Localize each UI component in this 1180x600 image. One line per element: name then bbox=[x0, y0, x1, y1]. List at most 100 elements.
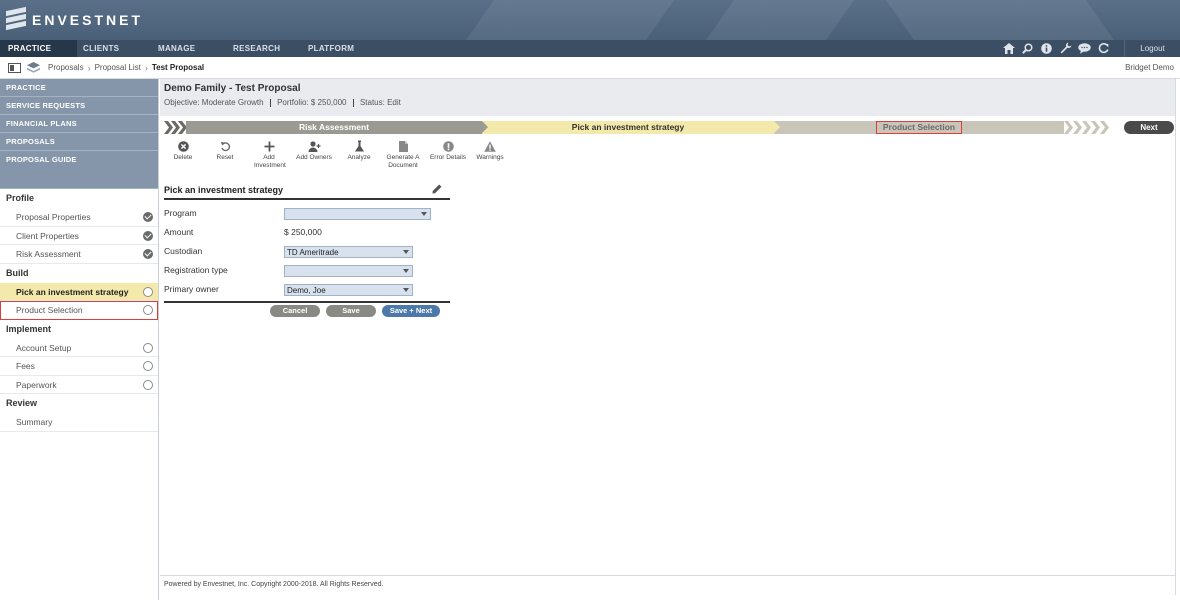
tool-label: Reset bbox=[216, 154, 234, 161]
check-circle-icon bbox=[143, 230, 153, 241]
chevron-right-icon: › bbox=[144, 62, 148, 73]
chevron-down-icon bbox=[403, 269, 409, 273]
tool-label: Analyze bbox=[347, 154, 371, 161]
brand-logo[interactable]: ENVESTNET bbox=[6, 6, 144, 33]
owner-select[interactable]: Demo, Joe bbox=[284, 284, 413, 296]
delete-button[interactable]: Delete bbox=[164, 139, 202, 175]
custodian-select[interactable]: TD Ameritrade bbox=[284, 246, 413, 258]
reset-button[interactable]: Reset bbox=[202, 139, 248, 175]
breadcrumb-proposals[interactable]: Proposals bbox=[48, 63, 84, 72]
copyright-text: Powered by Envestnet, Inc. Copyright 200… bbox=[164, 581, 384, 588]
registration-select[interactable] bbox=[284, 265, 413, 277]
wizard-step-product-selection[interactable]: Product Selection bbox=[774, 121, 1064, 134]
nav-clients[interactable]: CLIENTS bbox=[83, 40, 158, 57]
tool-label: Generate A Document bbox=[386, 154, 420, 169]
form-actions: Cancel Save Save + Next bbox=[270, 305, 440, 317]
save-next-button[interactable]: Save + Next bbox=[382, 305, 440, 317]
tool-label: Add Owners bbox=[296, 154, 332, 161]
wizard-step-pick-strategy[interactable]: Pick an investment strategy bbox=[482, 121, 774, 134]
section-review: Review bbox=[6, 398, 38, 408]
registration-row: Registration type bbox=[164, 261, 450, 280]
top-icons bbox=[1002, 41, 1110, 55]
analyze-button[interactable]: Analyze bbox=[338, 139, 380, 175]
owner-row: Primary owner Demo, Joe bbox=[164, 280, 450, 299]
sidebar-item-account-setup[interactable]: Account Setup bbox=[0, 339, 158, 357]
wizard-start-chevrons bbox=[164, 121, 187, 134]
generate-document-button[interactable]: Generate A Document bbox=[380, 139, 426, 175]
home-icon[interactable] bbox=[1002, 41, 1015, 55]
sidebar-item-pick-strategy[interactable]: Pick an investment strategy bbox=[0, 282, 158, 301]
proposal-meta: Objective: Moderate Growth Portfolio: $ … bbox=[164, 98, 1171, 107]
form-title-text: Pick an investment strategy bbox=[164, 185, 284, 195]
wizard-step-risk-assessment[interactable]: Risk Assessment bbox=[186, 121, 482, 134]
amount-label: Amount bbox=[164, 227, 194, 237]
nav-manage[interactable]: MANAGE bbox=[158, 40, 233, 57]
wrench-icon[interactable] bbox=[1059, 41, 1072, 55]
tool-label: Add Investment bbox=[254, 154, 286, 169]
chevron-right-icon: › bbox=[87, 62, 91, 73]
sidebar-item-label: Fees bbox=[16, 361, 35, 371]
step-arrow bbox=[482, 121, 488, 133]
refresh-icon[interactable] bbox=[1097, 41, 1110, 55]
sidebar-header-practice[interactable]: PRACTICE bbox=[0, 79, 158, 97]
sidebar-item-risk-assessment[interactable]: Risk Assessment bbox=[0, 245, 158, 264]
chevron-down-icon bbox=[421, 212, 427, 216]
sidebar-header-financial-plans[interactable]: FINANCIAL PLANS bbox=[0, 115, 158, 133]
section-implement: Implement bbox=[6, 323, 52, 334]
proposal-portfolio: Portfolio: $ 250,000 bbox=[277, 98, 347, 107]
logout-button[interactable]: Logout bbox=[1124, 40, 1180, 57]
next-button[interactable]: Next bbox=[1124, 121, 1174, 134]
cancel-button[interactable]: Cancel bbox=[270, 305, 320, 317]
sidebar-item-client-properties[interactable]: Client Properties bbox=[0, 227, 158, 245]
registration-label: Registration type bbox=[164, 265, 228, 275]
nav-practice[interactable]: PRACTICE bbox=[0, 40, 77, 57]
document-icon bbox=[398, 140, 408, 152]
nav-platform[interactable]: PLATFORM bbox=[308, 40, 383, 57]
sidebar-item-fees[interactable]: Fees bbox=[0, 357, 158, 376]
save-button[interactable]: Save bbox=[326, 305, 376, 317]
custodian-label: Custodian bbox=[164, 246, 203, 256]
sidebar-header-proposal-guide[interactable]: PROPOSAL GUIDE bbox=[0, 151, 158, 189]
sidebar-header-service-requests[interactable]: SERVICE REQUESTS bbox=[0, 97, 158, 115]
sidebar-item-product-selection[interactable]: Product Selection bbox=[0, 301, 158, 320]
sidebar: PRACTICE SERVICE REQUESTS FINANCIAL PLAN… bbox=[0, 79, 159, 600]
empty-circle-icon bbox=[143, 342, 153, 353]
header-shine bbox=[705, 0, 855, 40]
collapse-panel-icon[interactable] bbox=[8, 62, 21, 73]
info-icon[interactable] bbox=[1040, 41, 1053, 55]
sidebar-item-summary[interactable]: Summary bbox=[0, 413, 158, 432]
edit-pencil-icon[interactable] bbox=[432, 184, 442, 198]
chat-icon[interactable] bbox=[1078, 41, 1091, 55]
brand-name: ENVESTNET bbox=[32, 12, 144, 28]
breadcrumb-bar: Proposals › Proposal List › Test Proposa… bbox=[0, 57, 1180, 79]
sidebar-item-label: Product Selection bbox=[16, 305, 83, 315]
sidebar-item-proposal-properties[interactable]: Proposal Properties bbox=[0, 208, 158, 227]
chevron-down-icon bbox=[403, 288, 409, 292]
add-owners-button[interactable]: Add Owners bbox=[290, 139, 338, 175]
sidebar-item-paperwork[interactable]: Paperwork bbox=[0, 376, 158, 394]
section-profile: Profile bbox=[6, 193, 35, 203]
sidebar-header-proposals[interactable]: PROPOSALS bbox=[0, 133, 158, 151]
program-select[interactable] bbox=[284, 208, 431, 220]
wizard-end-chevrons bbox=[1064, 121, 1116, 134]
error-details-button[interactable]: Error Details bbox=[426, 139, 470, 175]
custodian-row: Custodian TD Ameritrade bbox=[164, 242, 450, 261]
warnings-button[interactable]: Warnings bbox=[470, 139, 510, 175]
divider bbox=[352, 98, 354, 107]
tool-label: Error Details bbox=[429, 154, 467, 161]
user-name[interactable]: Bridget Demo bbox=[1125, 63, 1174, 72]
breadcrumb-proposal-list[interactable]: Proposal List bbox=[95, 63, 141, 72]
warning-icon bbox=[484, 140, 496, 152]
nav-research[interactable]: RESEARCH bbox=[233, 40, 308, 57]
search-icon[interactable] bbox=[1021, 41, 1034, 55]
add-owner-icon bbox=[308, 140, 320, 152]
sidebar-item-label: Risk Assessment bbox=[16, 249, 81, 259]
sidebar-item-label: Client Properties bbox=[16, 230, 79, 241]
app-header: ENVESTNET bbox=[0, 0, 1180, 40]
sidebar-item-label: Account Setup bbox=[16, 342, 72, 353]
add-investment-button[interactable]: Add Investment bbox=[248, 139, 290, 175]
proposal-status: Status: Edit bbox=[359, 98, 401, 107]
analyze-icon bbox=[354, 140, 364, 152]
wizard-step-label: Product Selection bbox=[875, 121, 963, 134]
sidebar-item-label: Paperwork bbox=[16, 379, 57, 390]
